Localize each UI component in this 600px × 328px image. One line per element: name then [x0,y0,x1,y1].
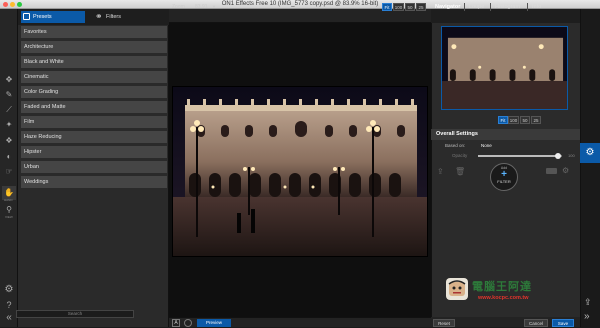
gear-icon[interactable]: ⚙ [2,283,16,297]
settings-gear-icon[interactable]: ⚙ [562,166,569,175]
tab-info[interactable]: Info [532,2,541,12]
nav-25-button[interactable]: 25 [531,116,541,124]
tab-histogram[interactable]: Histogram [495,2,520,12]
cancel-button[interactable]: Cancel [524,319,548,327]
photo-illustration [173,87,427,256]
preview-button[interactable]: Preview [197,319,231,327]
line-mask-icon[interactable]: ⟋ [2,103,16,117]
save-button[interactable]: Save [552,319,574,327]
zoom-25-button[interactable]: 25 [416,3,426,11]
filter-label: FILTER [497,179,511,184]
category-faded-and-matte[interactable]: Faded and Matte [21,101,167,114]
zoom-label: Zoom [172,4,185,10]
mascot-face [448,280,466,296]
zoom-50-button[interactable]: 50 [405,3,415,11]
category-cinematic[interactable]: Cinematic [21,71,167,84]
category-urban[interactable]: Urban [21,161,167,174]
mask-view-icon[interactable] [184,319,192,327]
view-tool-label: VIEW [5,215,13,219]
before-after-icon[interactable]: A [172,319,180,327]
presets-icon [23,13,30,20]
watermark-brand: 電腦王阿達 [472,281,532,293]
trash-icon[interactable]: 🗑 [455,167,465,176]
tab-separator [527,3,528,11]
category-favorites[interactable]: Favorites [21,26,167,39]
mask-icon[interactable] [546,168,557,174]
opacity-slider-track[interactable] [478,153,562,159]
collapse-right-icon[interactable]: » [584,311,590,322]
tab-filters-label: Filters [106,14,121,20]
tab-navigator[interactable]: Navigator [435,2,460,12]
thumbnail-illustration [442,27,567,109]
navigator-thumbnail[interactable] [441,26,568,110]
mascot-icon [446,278,468,300]
clone-icon[interactable]: ❖ [2,134,16,148]
category-film[interactable]: Film [21,116,167,129]
category-haze-reducing[interactable]: Haze Reducing [21,131,167,144]
category-architecture[interactable]: Architecture [21,41,167,54]
zoom-value[interactable]: 83.91 [195,3,208,11]
tab-separator [464,3,465,11]
share-icon[interactable]: ⇪ [584,297,592,308]
zoom-dropdown-icon[interactable]: ▼ [212,3,216,11]
move-tool-icon[interactable]: ✥ [2,73,16,87]
adjustment-gear-icon[interactable]: ⚙ [580,143,600,163]
main-photo [172,86,428,257]
blur-icon[interactable]: ◐ [2,150,16,164]
category-black-and-white[interactable]: Black and White [21,56,167,69]
nav-100-button[interactable]: 100 [508,116,519,124]
opacity-slider-fill [478,155,558,157]
retouch-icon[interactable]: ✦ [2,118,16,132]
hand-tool-label: HAND [4,198,13,202]
opacity-label: Opacity [452,153,468,158]
tab-presets-label: Presets [33,14,52,20]
tab-filters[interactable]: ⚭ Filters [94,11,154,23]
zoom-fit-button[interactable]: Fit [382,3,392,11]
brush-tool-icon[interactable]: ✎ [2,88,16,102]
smudge-icon[interactable]: ☞ [2,165,16,179]
tab-presets[interactable]: Presets [21,11,85,23]
search-input[interactable]: Search [16,310,134,318]
collapse-left-icon[interactable]: « [2,311,16,325]
opacity-value: 100 [568,153,575,158]
category-weddings[interactable]: Weddings [21,176,167,189]
nav-fit-button[interactable]: Fit [498,116,508,124]
zoom-bar [169,9,431,23]
category-hipster[interactable]: Hipster [21,146,167,159]
nav-50-button[interactable]: 50 [520,116,530,124]
add-filter-button[interactable]: Add + FILTER [490,163,518,191]
tab-separator [490,3,491,11]
overall-settings-header[interactable]: Overall Settings [431,129,580,140]
opacity-slider-handle[interactable] [554,153,561,159]
based-on-label: Based on: [445,143,466,148]
plus-icon: + [501,169,507,180]
right-tool-strip [580,9,600,327]
watermark-url: www.kocpc.com.tw [478,295,529,301]
watermark: 電腦王阿達 www.kocpc.com.tw [446,276,580,306]
export-icon[interactable]: ⇪ [437,167,444,176]
help-icon[interactable]: ? [2,298,16,312]
filters-icon: ⚭ [95,11,103,21]
based-on-value[interactable]: None [481,143,492,148]
tab-loupe[interactable]: Loupe [469,2,484,12]
reset-button[interactable]: Reset [433,319,455,327]
category-color-grading[interactable]: Color Grading [21,86,167,99]
zoom-100-button[interactable]: 100 [393,3,404,11]
